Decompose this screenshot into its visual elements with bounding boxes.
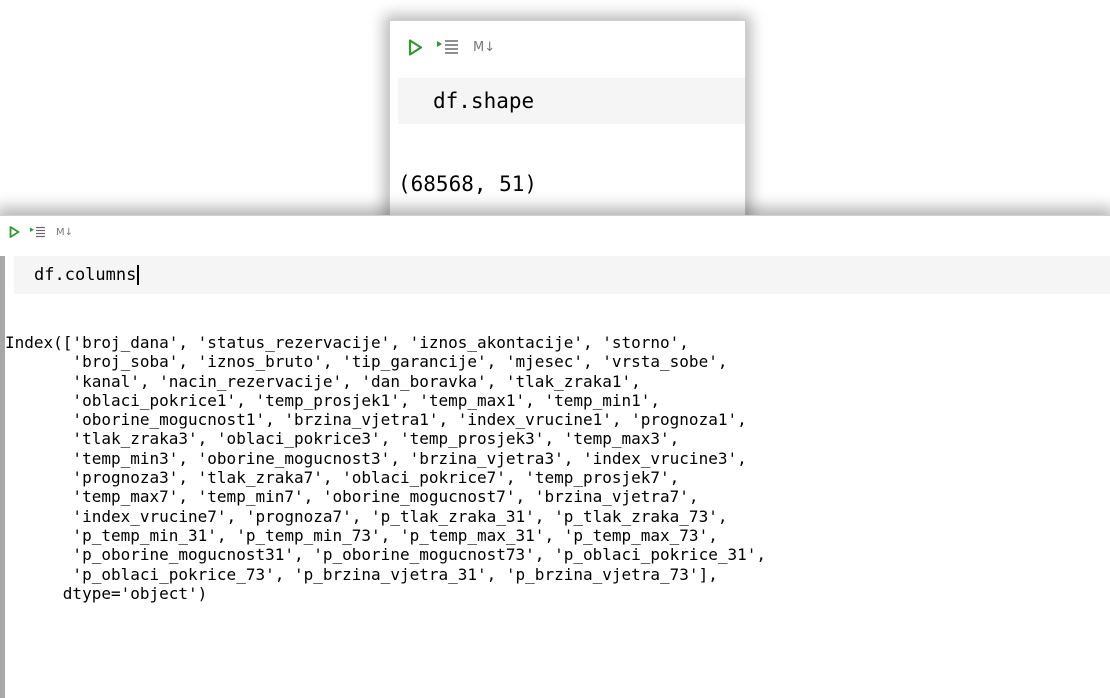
code-text: df.columns [34,265,137,285]
markdown-toggle[interactable]: M↓ [473,40,495,55]
run-cell-button[interactable] [408,38,423,56]
play-icon [408,38,423,56]
code-input[interactable]: df.shape [398,78,745,124]
cell-toolbar: M↓ [408,34,495,60]
run-below-icon [437,40,458,54]
notebook-cell-columns[interactable]: M↓ df.columns Index(['broj_dana', 'statu… [0,215,1110,698]
cell-toolbar: M↓ [9,223,73,241]
code-input[interactable]: df.columns [14,256,1110,294]
run-below-icon [30,226,45,238]
run-cell-button[interactable] [9,226,20,238]
run-below-button[interactable] [437,39,459,55]
cell-output: (68568, 51) [398,172,538,196]
markdown-toggle[interactable]: M↓ [56,227,73,238]
text-cursor [137,265,140,285]
cell-output: Index(['broj_dana', 'status_rezervacije'… [5,333,766,603]
play-icon [9,226,20,238]
run-below-button[interactable] [30,226,46,238]
